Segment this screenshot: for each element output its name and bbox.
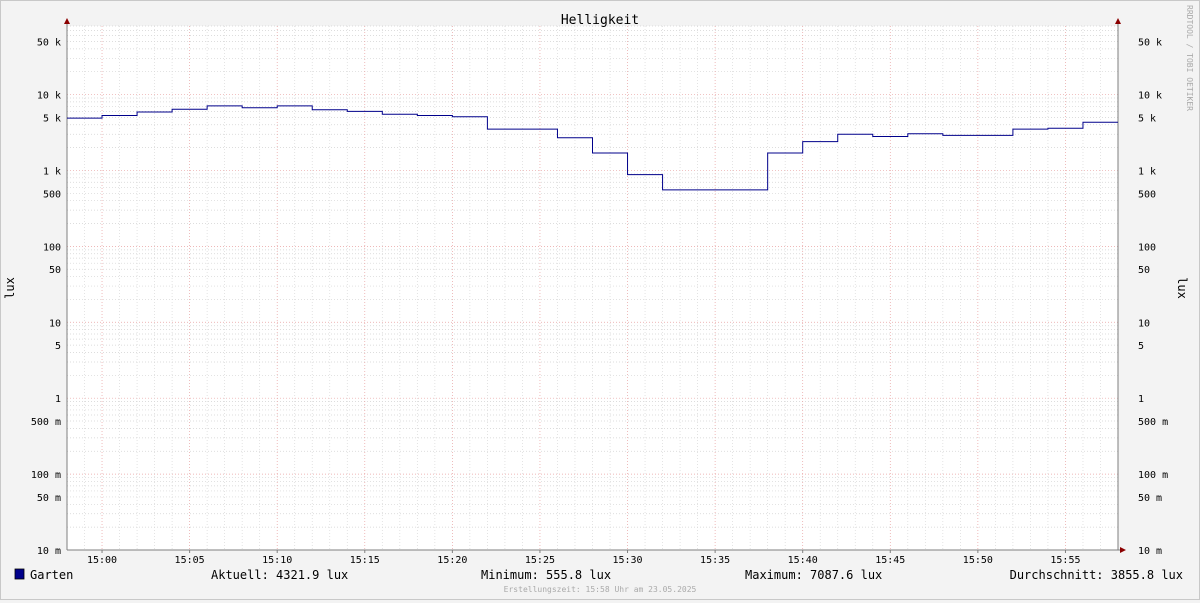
- x-tick-label: 15:15: [350, 555, 380, 566]
- legend-swatch-garten: [14, 568, 25, 580]
- y-tick-label-left: 50: [49, 265, 61, 276]
- y-tick-label-right: 10: [1138, 318, 1150, 329]
- y-tick-label-left: 10 m: [37, 546, 61, 557]
- y-tick-label-left: 10 k: [37, 91, 61, 102]
- x-tick-label: 15:05: [175, 555, 205, 566]
- y-tick-label-right: 5: [1138, 341, 1144, 352]
- y-axis-label-right: lux: [1175, 277, 1189, 299]
- x-tick-label: 15:35: [700, 555, 730, 566]
- legend-series-name: Garten: [30, 568, 73, 582]
- y-tick-label-right: 50 m: [1138, 493, 1162, 504]
- legend-minimum: Minimum: 555.8 lux: [481, 568, 611, 582]
- legend-average: Durchschnitt: 3855.8 lux: [1010, 568, 1183, 582]
- y-tick-label-right: 100: [1138, 242, 1156, 253]
- y-tick-label-left: 5: [55, 341, 61, 352]
- y-tick-label-right: 100 m: [1138, 470, 1168, 481]
- chart-title: Helligkeit: [561, 13, 639, 28]
- x-tick-label: 15:30: [612, 555, 642, 566]
- x-tick-label: 15:50: [963, 555, 993, 566]
- y-tick-label-right: 5 k: [1138, 113, 1156, 124]
- y-tick-label-left: 500 m: [31, 417, 61, 428]
- y-tick-label-left: 1 k: [43, 166, 61, 177]
- y-axis-arrow-left: [64, 18, 70, 24]
- x-axis-arrow: [1120, 547, 1126, 553]
- y-tick-label-right: 50: [1138, 265, 1150, 276]
- watermark-text: RRDTOOL / TOBI OETIKER: [1185, 5, 1194, 111]
- y-tick-label-left: 50 k: [37, 37, 61, 48]
- y-tick-label-right: 10 k: [1138, 91, 1162, 102]
- x-tick-label: 15:10: [262, 555, 292, 566]
- y-tick-label-right: 50 k: [1138, 37, 1162, 48]
- y-tick-label-left: 10: [49, 318, 61, 329]
- footer-timestamp: Erstellungszeit: 15:58 Uhr am 23.05.2025: [504, 585, 697, 594]
- chart-frame: 50 k 50 k 10 k 10 k 5 k 5 k 1 k 1 k 500 500 100 100…: [0, 0, 1200, 600]
- legend-maximum: Maximum: 7087.6 lux: [745, 568, 882, 582]
- x-tick-label: 15:20: [437, 555, 467, 566]
- y-tick-label-left: 50 m: [37, 493, 61, 504]
- legend-current: Aktuell: 4321.9 lux: [211, 568, 348, 582]
- y-tick-label-left: 100: [43, 242, 61, 253]
- y-tick-label-right: 1: [1138, 394, 1144, 405]
- x-tick-label: 15:25: [525, 555, 555, 566]
- y-axis-arrow-right: [1115, 18, 1121, 24]
- x-tick-label: 15:55: [1050, 555, 1080, 566]
- x-tick-label: 15:00: [87, 555, 117, 566]
- y-axis-label-left: lux: [3, 277, 17, 299]
- y-tick-label-right: 500 m: [1138, 417, 1168, 428]
- y-tick-label-right: 1 k: [1138, 166, 1156, 177]
- y-tick-label-left: 5 k: [43, 113, 61, 124]
- x-tick-label: 15:45: [875, 555, 905, 566]
- y-tick-label-left: 100 m: [31, 470, 61, 481]
- y-tick-label-right: 500: [1138, 189, 1156, 200]
- brightness-chart: 50 k 50 k 10 k 10 k 5 k 5 k 1 k 1 k 500 500 100 100…: [3, 5, 1194, 594]
- x-tick-label: 15:40: [788, 555, 818, 566]
- y-tick-label-left: 500: [43, 189, 61, 200]
- y-tick-label-right: 10 m: [1138, 546, 1162, 557]
- y-tick-label-left: 1: [55, 394, 61, 405]
